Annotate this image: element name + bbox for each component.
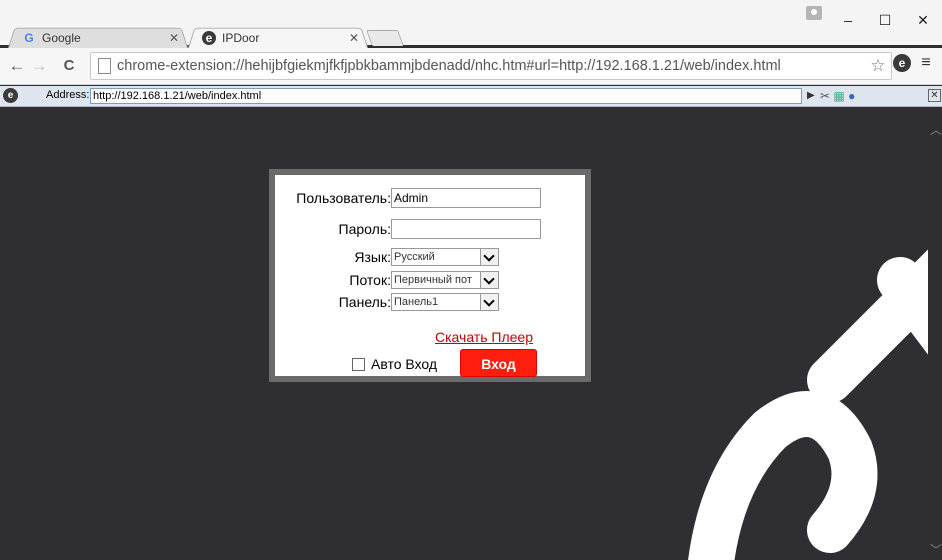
maximize-button[interactable]: ☐ [870,10,900,30]
language-label: Язык: [354,249,391,265]
reload-button[interactable]: C [60,56,78,76]
panel-select[interactable]: Панель1 [391,293,499,311]
language-row: Язык: Русский [275,247,585,269]
scroll-down-icon[interactable]: ﹀ [930,541,942,558]
vertical-scrollbar[interactable]: ︿ ﹀ [928,107,942,560]
tab-google[interactable]: G Google ✕ [8,26,188,48]
forward-button[interactable]: → [30,56,48,76]
ie-address-input[interactable]: http://192.168.1.21/web/index.html [90,88,802,104]
tab-close-icon[interactable]: ✕ [348,31,360,45]
tab-close-icon[interactable]: ✕ [168,31,180,45]
stream-label: Поток: [349,272,391,288]
language-select[interactable]: Русский [391,248,499,266]
page-viewport: Пользователь: Пароль: Язык: Русский Пото… [0,107,942,560]
google-favicon-icon: G [24,31,34,45]
chevron-down-icon[interactable] [480,249,498,265]
scroll-up-icon[interactable]: ︿ [930,121,942,138]
bookmark-star-icon[interactable]: ☆ [865,56,891,76]
chrome-menu-icon[interactable]: ≡ [917,54,935,72]
password-input[interactable] [391,219,541,239]
browser-toolbar: ← → C chrome-extension://hehijbfgiekmjfk… [0,48,942,85]
new-tab-button[interactable] [366,30,404,46]
panel-label: Панель: [338,294,391,310]
chevron-down-icon[interactable] [480,294,498,310]
tab-ipdoor[interactable]: e IPDoor ✕ [188,26,368,48]
user-label: Пользователь: [296,190,391,206]
address-bar-url[interactable]: chrome-extension://hehijbfgiekmjfkfjpbkb… [117,58,865,74]
ie-tab-extension-icon[interactable]: e [893,54,911,72]
user-input[interactable] [391,188,541,208]
panel-row: Панель: Панель1 [275,292,585,314]
ie-favicon-icon: e [202,31,216,45]
login-button[interactable]: Вход [460,349,537,377]
login-panel: Пользователь: Пароль: Язык: Русский Пото… [269,169,591,382]
stream-select[interactable]: Первичный пот [391,271,499,289]
go-icon[interactable]: ▶ [807,90,815,101]
browser-titlebar: G Google ✕ e IPDoor ✕ – ☐ ✕ [0,0,942,48]
stream-row: Поток: Первичный пот [275,270,585,292]
auto-login-label: Авто Вход [371,356,438,372]
download-player-link[interactable]: Скачать Плеер [275,329,585,345]
chevron-down-icon[interactable] [480,272,498,288]
tab-label: IPDoor [222,31,260,45]
password-label: Пароль: [338,221,391,237]
close-window-button[interactable]: ✕ [908,10,938,30]
watermark-graphic [688,235,942,560]
address-label: Address: [46,89,90,101]
ie-address-bar: e Address: http://192.168.1.21/web/index… [0,86,942,107]
tools-icon[interactable]: ✂ ▦ ● [820,89,855,103]
user-row: Пользователь: [275,188,585,210]
back-button[interactable]: ← [8,56,26,76]
address-bar[interactable]: chrome-extension://hehijbfgiekmjfkfjpbkb… [90,52,892,80]
profile-avatar-icon[interactable] [806,6,822,20]
page-icon [98,58,111,74]
language-value: Русский [394,251,435,263]
ie-logo-icon: e [3,88,18,103]
minimize-button[interactable]: – [833,10,863,30]
ie-bar-close-icon[interactable]: ✕ [928,89,941,102]
auto-login[interactable]: Авто Вход [352,356,437,372]
tab-label: Google [42,31,81,45]
stream-value: Первичный пот [394,274,472,286]
auto-login-checkbox[interactable] [352,357,365,371]
panel-value: Панель1 [394,296,439,308]
password-row: Пароль: [275,219,585,241]
